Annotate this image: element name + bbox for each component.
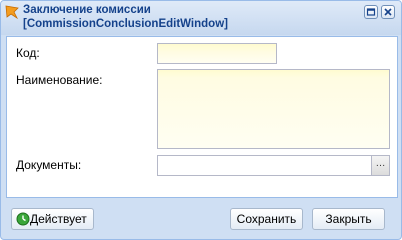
status-button-label: Действует [30,212,87,226]
green-clock-icon [16,212,30,226]
name-label: Наименование: [16,73,103,87]
close-window-button[interactable] [381,5,395,19]
commission-conclusion-window: Заключение комиссии [CommissionConclusio… [0,0,402,240]
ellipsis-icon: … [375,158,386,169]
form-panel: Код: Наименование: Документы: … [6,36,398,198]
status-button[interactable]: Действует [11,208,94,230]
save-button-label: Сохранить [236,212,297,226]
close-button-label: Закрыть [325,212,372,226]
window-footer: Действует Сохранить Закрыть [1,201,401,239]
documents-field[interactable] [157,155,372,176]
name-textarea[interactable] [157,69,390,149]
documents-picker-button[interactable]: … [372,155,390,176]
code-label: Код: [16,46,40,60]
window-titlebar[interactable]: Заключение комиссии [CommissionConclusio… [1,1,401,35]
maximize-button[interactable] [364,5,378,19]
save-button[interactable]: Сохранить [230,208,303,230]
close-icon [384,8,392,16]
code-input[interactable] [157,43,277,64]
orange-wedge-icon [5,5,19,20]
close-button[interactable]: Закрыть [312,208,385,230]
documents-label: Документы: [16,158,82,172]
window-title: Заключение комиссии [23,4,151,16]
maximize-icon [366,8,376,16]
window-title-classname: [CommissionConclusionEditWindow] [23,18,228,30]
